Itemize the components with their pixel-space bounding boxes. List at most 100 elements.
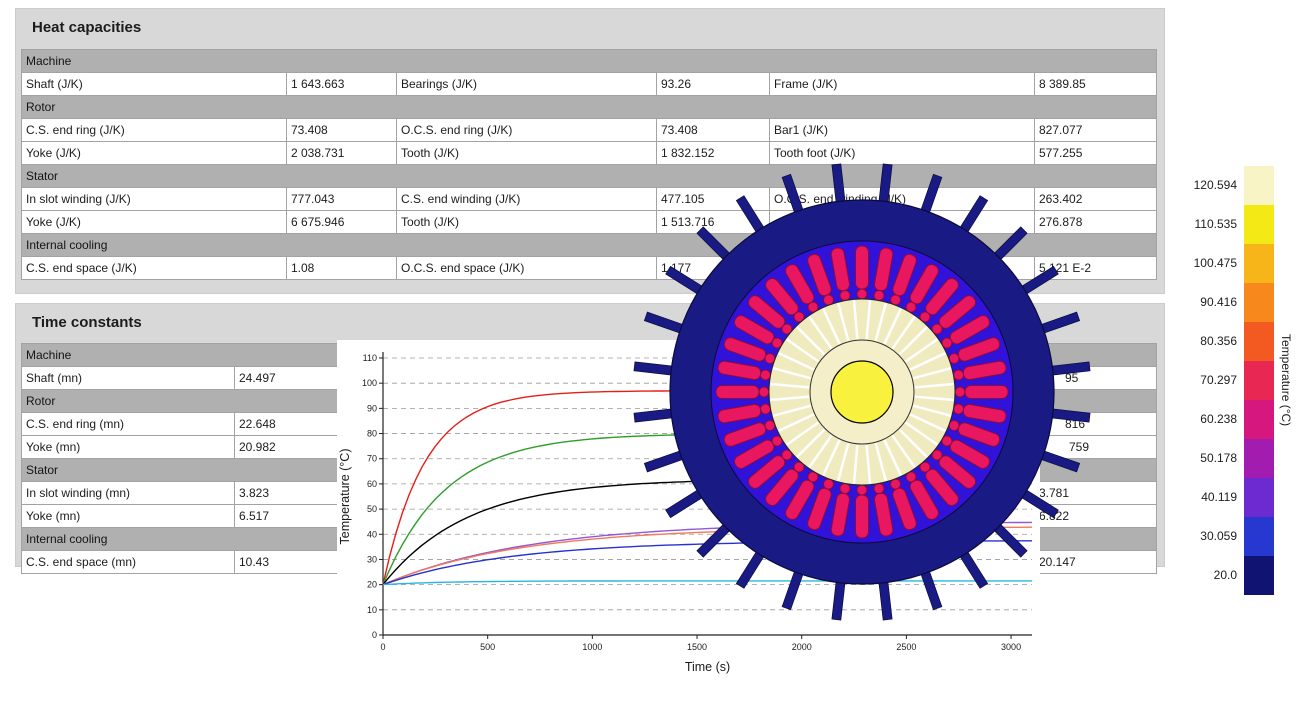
colorbar-entry: 80.356	[1171, 322, 1274, 361]
cooling-fin	[832, 164, 845, 205]
y-tick-label: 50	[367, 504, 377, 514]
param-label: C.S. end ring (mn)	[22, 413, 235, 436]
heat-capacities-title: Heat capacities	[16, 9, 1164, 36]
colorbar-entry: 20.0	[1171, 556, 1274, 595]
param-label: Bar1 (J/K)	[770, 119, 1035, 142]
temperature-colorbar: 120.594110.535100.47590.41680.35670.2976…	[1171, 166, 1274, 595]
cooling-fin	[644, 312, 685, 334]
param-value: 6 675.946	[287, 211, 397, 234]
x-axis-title: Time (s)	[685, 660, 730, 674]
y-tick-label: 70	[367, 454, 377, 464]
shaft	[831, 361, 893, 423]
cooling-fin	[782, 174, 804, 215]
param-label: In slot winding (J/K)	[22, 188, 287, 211]
param-label: Tooth (J/K)	[397, 142, 657, 165]
y-tick-label: 0	[372, 630, 377, 640]
x-tick-label: 500	[480, 642, 495, 652]
y-tick-label: 100	[362, 378, 377, 388]
y-tick-label: 20	[367, 580, 377, 590]
slot-winding	[965, 386, 1008, 399]
colorbar-value-label: 40.119	[1171, 478, 1244, 517]
param-value: 827.077	[1035, 119, 1157, 142]
slot-opening	[857, 485, 867, 495]
slot-winding	[716, 386, 759, 399]
colorbar-value-label: 110.535	[1171, 205, 1244, 244]
cooling-fin	[644, 450, 685, 472]
x-tick-label: 1500	[687, 642, 707, 652]
colorbar-value-label: 60.238	[1171, 400, 1244, 439]
section-header: Rotor	[22, 96, 1157, 119]
colorbar-value-label: 20.0	[1171, 556, 1244, 595]
colorbar-title-wrap: Temperature (°C)	[1279, 166, 1293, 595]
cooling-fin	[1049, 362, 1090, 375]
colorbar-entry: 90.416	[1171, 283, 1274, 322]
param-label: Yoke (J/K)	[22, 211, 287, 234]
param-label: C.S. end space (J/K)	[22, 257, 287, 280]
param-label: Frame (J/K)	[770, 73, 1035, 96]
machine-cross-section-image	[632, 162, 1092, 622]
colorbar-color-swatch	[1244, 517, 1274, 556]
colorbar-value-label: 100.475	[1171, 244, 1244, 283]
y-tick-label: 80	[367, 429, 377, 439]
colorbar-color-swatch	[1244, 283, 1274, 322]
param-label: Yoke (mn)	[22, 505, 235, 528]
param-label: Shaft (J/K)	[22, 73, 287, 96]
param-label: C.S. end space (mn)	[22, 551, 235, 574]
param-label: Bearings (J/K)	[397, 73, 657, 96]
colorbar-color-swatch	[1244, 322, 1274, 361]
cooling-fin	[920, 174, 942, 215]
slot-winding	[856, 246, 869, 289]
data-row: C.S. end ring (J/K)73.408O.C.S. end ring…	[22, 119, 1157, 142]
colorbar-entry: 120.594	[1171, 166, 1274, 205]
colorbar-value-label: 90.416	[1171, 283, 1244, 322]
colorbar-value-label: 70.297	[1171, 361, 1244, 400]
x-tick-label: 0	[380, 642, 385, 652]
y-tick-label: 30	[367, 554, 377, 564]
cooling-fin	[782, 569, 804, 610]
colorbar-color-swatch	[1244, 361, 1274, 400]
colorbar-value-label: 80.356	[1171, 322, 1244, 361]
cooling-fin	[879, 579, 892, 620]
colorbar-entry: 100.475	[1171, 244, 1274, 283]
data-row: Shaft (J/K)1 643.663Bearings (J/K)93.26F…	[22, 73, 1157, 96]
y-tick-label: 110	[363, 353, 377, 363]
param-value: 93.26	[657, 73, 770, 96]
param-label: O.C.S. end ring (J/K)	[397, 119, 657, 142]
param-value: 1 643.663	[287, 73, 397, 96]
y-axis-title: Temperature (°C)	[338, 449, 352, 545]
cooling-fin	[920, 569, 942, 610]
y-tick-label: 10	[367, 605, 377, 615]
param-value: 73.408	[657, 119, 770, 142]
colorbar-color-swatch	[1244, 166, 1274, 205]
cooling-fin	[1039, 312, 1080, 334]
cooling-fin	[634, 409, 675, 422]
y-tick-label: 60	[367, 479, 377, 489]
colorbar-color-swatch	[1244, 439, 1274, 478]
section-header: Machine	[22, 50, 1157, 73]
colorbar-color-swatch	[1244, 400, 1274, 439]
thermal-results-page: Heat capacities MachineShaft (J/K)1 643.…	[0, 0, 1303, 701]
colorbar-value-label: 50.178	[1171, 439, 1244, 478]
section-row: Rotor	[22, 96, 1157, 119]
param-value: 73.408	[287, 119, 397, 142]
param-label: Tooth (J/K)	[397, 211, 657, 234]
param-value: 777.043	[287, 188, 397, 211]
param-label: O.C.S. end space (J/K)	[397, 257, 657, 280]
param-label: Yoke (J/K)	[22, 142, 287, 165]
param-value: 1.08	[287, 257, 397, 280]
colorbar-entry: 50.178	[1171, 439, 1274, 478]
cooling-fin	[879, 164, 892, 205]
colorbar-color-swatch	[1244, 244, 1274, 283]
slot-opening	[857, 289, 867, 299]
section-row: Machine	[22, 50, 1157, 73]
colorbar-entry: 60.238	[1171, 400, 1274, 439]
param-value: 8 389.85	[1035, 73, 1157, 96]
cooling-fin	[1049, 409, 1090, 422]
slot-opening	[955, 387, 965, 397]
x-tick-label: 2500	[896, 642, 916, 652]
colorbar-entry: 70.297	[1171, 361, 1274, 400]
colorbar-title: Temperature (°C)	[1279, 334, 1293, 426]
cooling-fin	[832, 579, 845, 620]
cooling-fin	[634, 362, 675, 375]
colorbar-value-label: 30.059	[1171, 517, 1244, 556]
